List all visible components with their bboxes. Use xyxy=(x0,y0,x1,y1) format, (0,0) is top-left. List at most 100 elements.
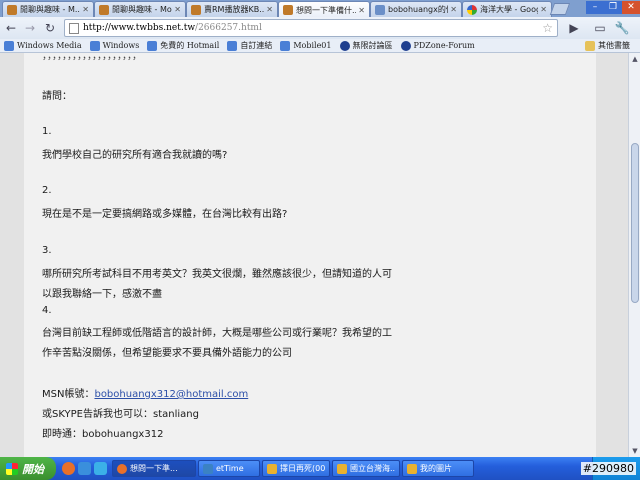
bookmark-hotmail[interactable]: 免費的 Hotmail xyxy=(147,40,219,51)
browser-icon xyxy=(117,463,127,474)
post-q4-line1: 台灣目前缺工程師或低階語言的設計師，大概是哪些公司或行業呢？我希望的工 xyxy=(42,328,392,339)
task-ettime[interactable]: etTime xyxy=(198,460,260,477)
bookmark-icon xyxy=(227,40,238,51)
url-path: /2666257.html xyxy=(195,23,262,33)
tab-0[interactable]: 閒聊與趣味 - M... ✕ xyxy=(2,1,94,17)
tab-4[interactable]: bobohuangx的個... ✕ xyxy=(370,1,462,17)
task-folder-1[interactable]: 擇日再死(00... xyxy=(262,460,330,477)
bookmark-icon xyxy=(280,40,291,51)
forum-page-icon xyxy=(283,5,293,15)
tab-label: 海洋大學 - Goog... xyxy=(480,5,538,14)
tab-3[interactable]: 想問一下準備什... ✕ xyxy=(278,1,370,18)
forum-page-icon xyxy=(99,4,109,15)
tab-2[interactable]: 賣RM播放器KB... ✕ xyxy=(186,1,278,17)
tab-5[interactable]: 海洋大學 - Goog... ✕ xyxy=(462,1,552,17)
folder-icon xyxy=(407,463,417,474)
bookmark-mobile01[interactable]: Mobile01 xyxy=(280,40,332,51)
watermark: #290980 xyxy=(580,462,636,475)
media-quicklaunch-icon[interactable] xyxy=(78,462,91,475)
app-icon xyxy=(203,463,213,474)
ie-quicklaunch-icon[interactable] xyxy=(94,462,107,475)
task-browser[interactable]: 想問一下準... xyxy=(112,460,196,477)
close-icon[interactable]: ✕ xyxy=(82,5,89,14)
close-icon[interactable]: ✕ xyxy=(358,6,365,15)
tab-label: 想問一下準備什... xyxy=(296,5,357,15)
task-label: etTime xyxy=(216,464,244,473)
bookmark-label: 自訂連結 xyxy=(240,41,273,50)
forum-post: ，，，，，，，，，，，，，，，，，，， 請問： 1. 我們學校自己的研究所有適合… xyxy=(24,53,596,457)
close-icon[interactable]: ✕ xyxy=(266,5,273,14)
back-arrow-icon[interactable]: ← xyxy=(3,20,19,36)
wrench-icon[interactable]: 🔧 xyxy=(614,20,630,36)
bookmark-forum[interactable]: 無限討論區 xyxy=(339,40,393,51)
bookmark-label: Windows xyxy=(102,41,140,50)
task-folder-2[interactable]: 國立台灣海... xyxy=(332,460,400,477)
post-q3-line1: 哪所研究所考試科目不用考英文？我英文很爛，雖然應該很少，但請知道的人可 xyxy=(42,269,392,280)
bookmark-label: Mobile01 xyxy=(293,41,332,50)
close-icon[interactable]: ✕ xyxy=(174,5,181,14)
post-msn: MSN帳號：bobohuangx312@hotmail.com xyxy=(42,385,248,400)
bookmark-icon xyxy=(89,40,100,51)
browser-quicklaunch-icon[interactable] xyxy=(62,462,75,475)
bookmark-icon xyxy=(400,40,411,51)
vertical-scrollbar[interactable]: ▲ ▼ xyxy=(628,53,640,457)
go-arrow-icon[interactable]: ▶ xyxy=(566,20,582,36)
bookmark-windows-media[interactable]: Windows Media xyxy=(4,40,82,51)
url-host: http://www.twbbs.net.tw xyxy=(83,23,196,33)
post-q4-line2: 作辛苦點沒關係，但希望能要求不要具備外語能力的公司 xyxy=(42,348,292,359)
scroll-up-icon[interactable]: ▲ xyxy=(629,53,640,65)
post-line-cutoff: ，，，，，，，，，，，，，，，，，，， xyxy=(42,53,142,62)
post-q4-number: 4. xyxy=(42,305,52,316)
post-ask: 請問： xyxy=(42,91,72,102)
task-label: 我的圖片 xyxy=(420,464,452,473)
page-menu-icon[interactable]: ▭ xyxy=(592,20,608,36)
bookmarks-bar: Windows Media Windows 免費的 Hotmail 自訂連結 M… xyxy=(0,39,640,53)
bookmark-label: 免費的 Hotmail xyxy=(160,41,220,50)
tab-label: bobohuangx的個... xyxy=(388,5,448,14)
address-bar[interactable]: http://www.twbbs.net.tw /2666257.html ☆ xyxy=(64,19,558,37)
bookmark-label: Windows Media xyxy=(17,41,82,50)
bookmark-label: 其他書籤 xyxy=(598,41,630,50)
close-icon[interactable]: ✕ xyxy=(540,5,547,14)
close-icon[interactable]: ✕ xyxy=(450,5,457,14)
task-my-pictures[interactable]: 我的圖片 xyxy=(402,460,474,477)
new-tab-button[interactable] xyxy=(549,3,571,15)
close-window-icon[interactable]: ✕ xyxy=(622,1,640,14)
msn-email-link[interactable]: bobohuangx312@hotmail.com xyxy=(94,389,248,400)
tab-label: 閒聊與趣味 - Mo... xyxy=(112,5,172,14)
folder-icon xyxy=(337,463,347,474)
bookmark-icon xyxy=(147,40,158,51)
post-q1-number: 1. xyxy=(42,126,52,137)
maximize-icon[interactable]: ❐ xyxy=(604,1,622,14)
tab-1[interactable]: 閒聊與趣味 - Mo... ✕ xyxy=(94,1,186,17)
reload-icon[interactable]: ↻ xyxy=(42,20,58,36)
document-icon xyxy=(375,4,385,15)
star-icon[interactable]: ☆ xyxy=(542,21,553,35)
bookmark-label: PDZone-Forum xyxy=(413,41,475,50)
taskbar: 開始 想問一下準... etTime 擇日再死(00... 國立台灣海... 我… xyxy=(0,457,640,480)
tab-label: 賣RM播放器KB... xyxy=(204,5,265,14)
scroll-down-icon[interactable]: ▼ xyxy=(629,445,640,457)
bookmark-windows[interactable]: Windows xyxy=(89,40,140,51)
page-content: ，，，，，，，，，，，，，，，，，，， 請問： 1. 我們學校自己的研究所有適合… xyxy=(0,53,628,457)
other-bookmarks[interactable]: 其他書籤 xyxy=(585,40,630,51)
task-label: 擇日再死(00... xyxy=(280,464,325,473)
page-icon xyxy=(69,22,79,34)
post-skype: 或SKYPE告訴我也可以：stanliang xyxy=(42,409,199,420)
minimize-icon[interactable]: – xyxy=(586,1,604,14)
bookmark-icon xyxy=(339,40,350,51)
scrollbar-thumb[interactable] xyxy=(631,143,639,303)
msn-label: MSN帳號： xyxy=(42,389,95,400)
task-label: 國立台灣海... xyxy=(350,464,395,473)
start-label: 開始 xyxy=(22,462,44,476)
bookmark-icon xyxy=(4,40,14,51)
tab-label: 閒聊與趣味 - M... xyxy=(20,5,81,14)
folder-icon xyxy=(267,463,277,474)
start-button[interactable]: 開始 xyxy=(0,457,56,480)
forward-arrow-icon[interactable]: → xyxy=(22,20,38,36)
post-q1: 我們學校自己的研究所有適合我就讀的嗎? xyxy=(42,150,228,161)
bookmark-custom-links[interactable]: 自訂連結 xyxy=(227,40,272,51)
post-im: 即時通：bobohuangx312 xyxy=(42,429,164,440)
post-q3-number: 3. xyxy=(42,245,52,256)
bookmark-pdzone[interactable]: PDZone-Forum xyxy=(400,40,475,51)
